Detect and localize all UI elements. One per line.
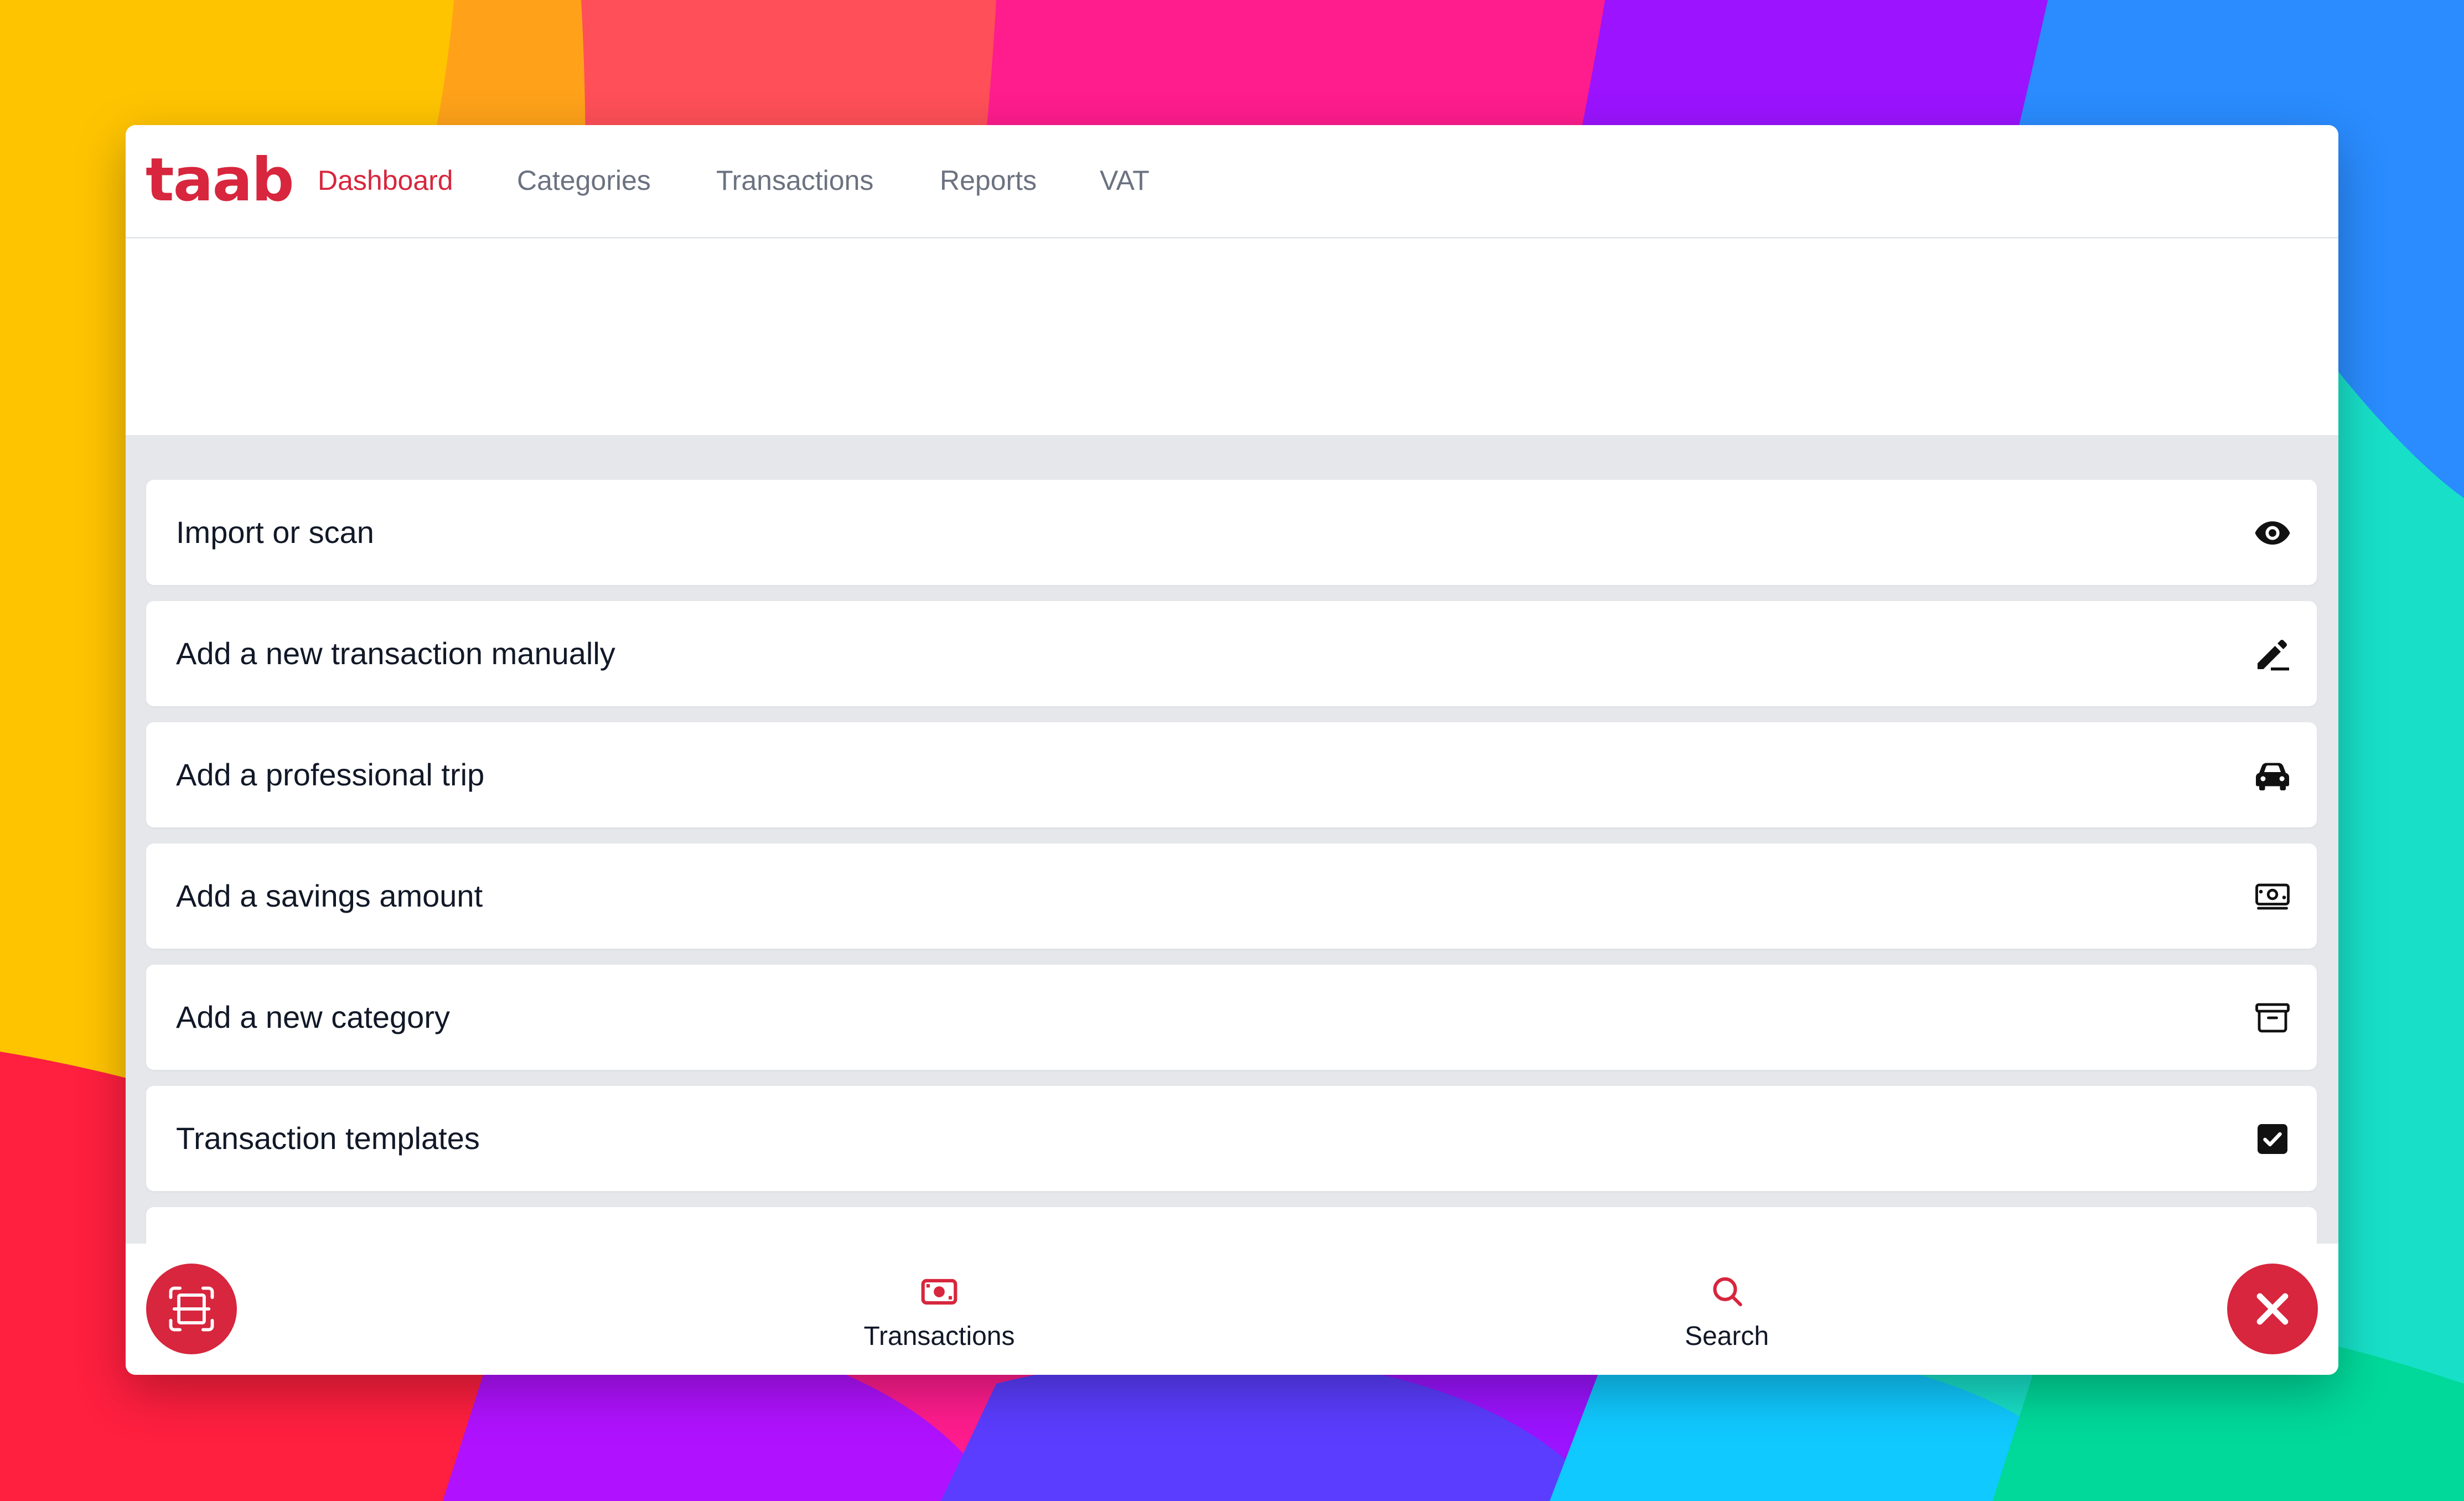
nav-categories[interactable]: Categories [517,164,651,197]
banknote-icon [2253,877,2292,917]
bottom-nav-search[interactable]: Search [1644,1271,1810,1352]
bottom-nav-transactions[interactable]: Transactions [856,1271,1022,1352]
bottom-nav-search-label: Search [1684,1322,1769,1351]
app-window: taab Dashboard Categories Transactions R… [126,125,2338,1375]
bottom-nav-transactions-label: Transactions [863,1322,1015,1351]
action-label: Add a savings amount [176,878,483,913]
eye-icon [2253,513,2292,553]
action-label: Add a professional trip [176,757,485,792]
close-button[interactable] [2227,1264,2318,1354]
nav-reports[interactable]: Reports [940,164,1037,197]
nav-dashboard[interactable]: Dashboard [318,164,453,197]
nav-vat[interactable]: VAT [1100,164,1150,197]
action-transaction-templates[interactable]: Transaction templates [146,1086,2317,1191]
scan-button[interactable] [146,1264,237,1354]
top-navigation: taab Dashboard Categories Transactions R… [126,125,2338,239]
archive-box-icon [2253,998,2292,1038]
action-label: Add a new category [176,1000,450,1034]
car-icon [2253,755,2292,795]
pencil-icon [2253,634,2292,674]
banknote-icon [921,1279,957,1305]
action-add-transaction-manually[interactable]: Add a new transaction manually [146,601,2317,706]
action-import-or-scan[interactable]: Import or scan [146,480,2317,585]
taab-logo[interactable]: taab [146,151,294,210]
quick-actions-panel: Import or scan Add a new transaction man… [126,435,2338,1354]
action-label: Import or scan [176,515,374,550]
action-add-professional-trip[interactable]: Add a professional trip [146,722,2317,827]
action-add-savings-amount[interactable]: Add a savings amount [146,843,2317,949]
action-add-new-category[interactable]: Add a new category [146,965,2317,1070]
action-label: Transaction templates [176,1121,480,1156]
content-area [126,239,2338,435]
action-label: Add a new transaction manually [176,636,615,671]
search-icon [1713,1277,1742,1307]
scan-frame-icon [169,1286,214,1332]
checkbox-icon [2253,1119,2292,1159]
bottom-toolbar: Transactions Search [126,1244,2338,1375]
nav-transactions[interactable]: Transactions [716,164,873,197]
close-icon [2256,1293,2289,1325]
